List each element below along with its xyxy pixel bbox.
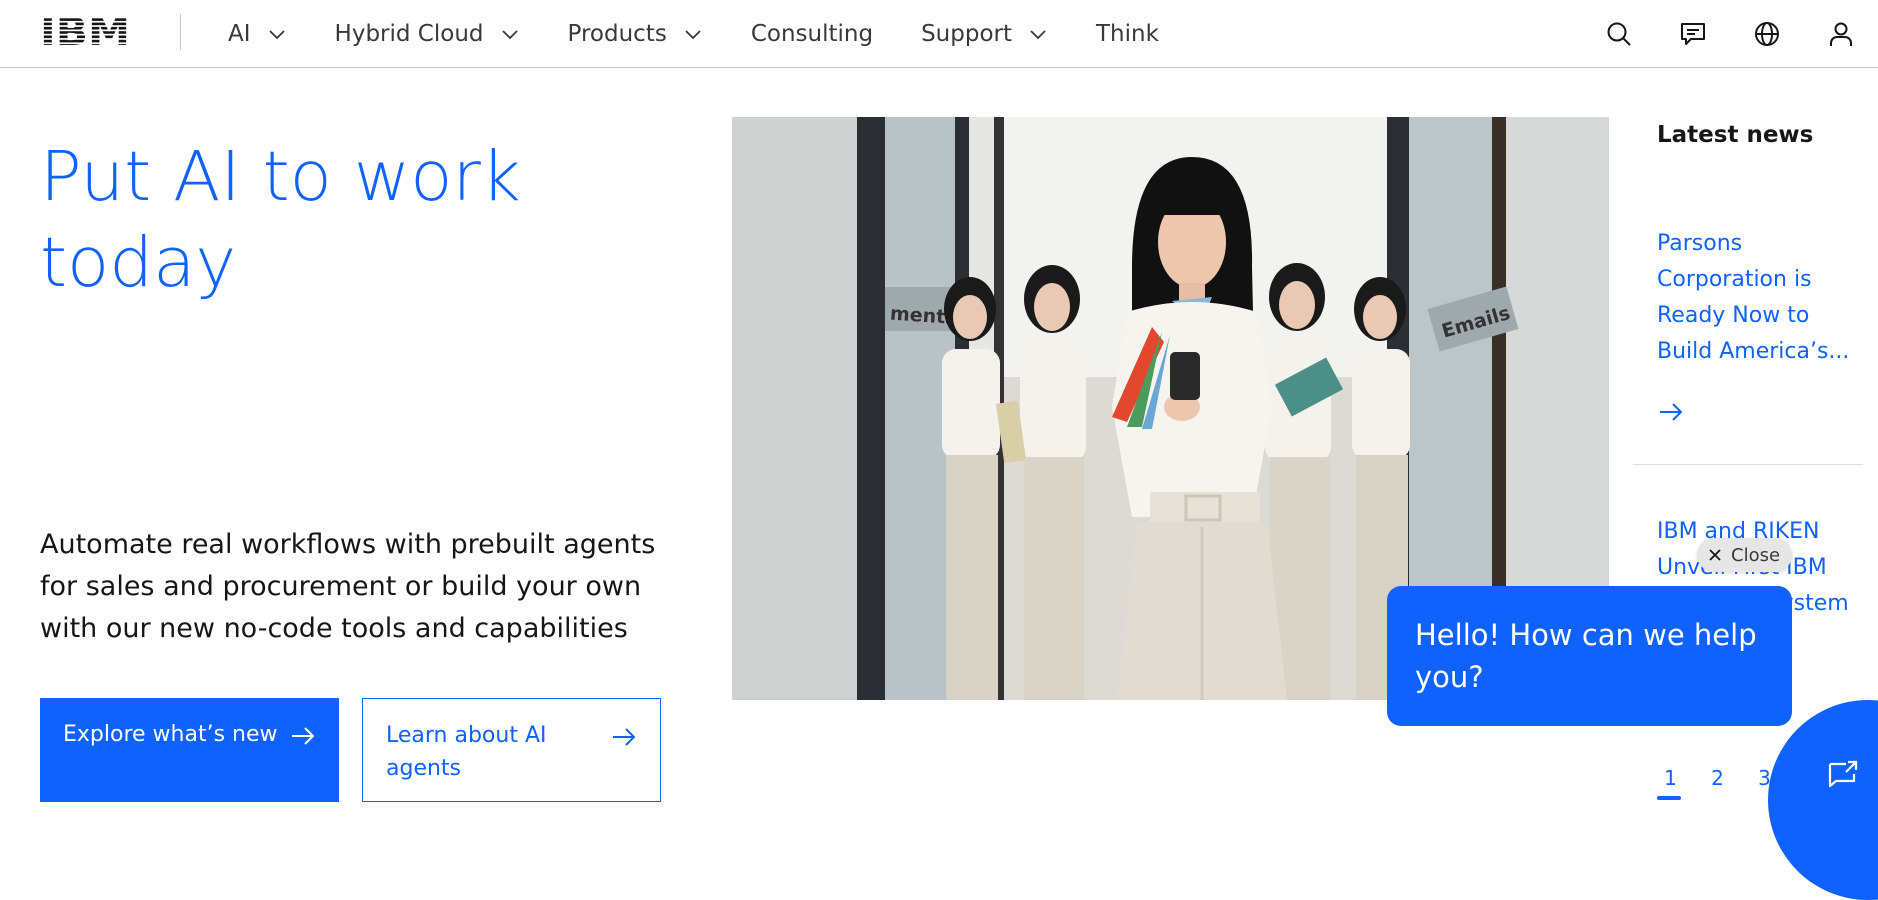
close-icon	[1709, 549, 1721, 561]
chat-greeting-bubble[interactable]: Hello! How can we help you?	[1387, 586, 1792, 726]
page-2-button[interactable]: 2	[1694, 766, 1741, 798]
close-chat-button[interactable]: Close	[1697, 538, 1793, 572]
masthead: IBM AI Hybrid Cloud Products Consulting …	[0, 0, 1878, 68]
search-icon	[1607, 22, 1631, 46]
nav-item-label: Consulting	[750, 21, 874, 47]
button-label: Explore what’s new	[63, 722, 278, 747]
ibm-logo[interactable]: IBM	[40, 14, 130, 48]
chat-launch-icon	[1828, 760, 1858, 788]
nav-item-label: AI	[228, 21, 251, 47]
latest-news-heading: Latest news	[1657, 122, 1814, 148]
nav-item-think[interactable]: Think	[1096, 21, 1159, 47]
button-label: Learn about AI agents	[386, 723, 547, 781]
page-1-button[interactable]: 1	[1647, 766, 1694, 800]
learn-about-ai-agents-button[interactable]: Learn about AI agents	[362, 698, 661, 802]
explore-whats-new-button[interactable]: Explore what’s new	[40, 698, 339, 802]
chevron-down-icon	[501, 30, 518, 40]
nav-item-consulting[interactable]: Consulting	[751, 21, 873, 47]
logo-divider	[180, 14, 181, 50]
chevron-down-icon	[685, 30, 701, 40]
arrow-right-icon[interactable]	[1657, 398, 1685, 426]
nav-item-ai[interactable]: AI	[228, 21, 287, 47]
nav-item-support[interactable]: Support	[921, 21, 1048, 47]
arrow-right-icon	[292, 727, 315, 745]
nav-item-label: Think	[1095, 21, 1159, 47]
main-nav: AI Hybrid Cloud Products Consulting Supp…	[228, 0, 1207, 68]
nav-item-label: Hybrid Cloud	[334, 21, 484, 47]
news-divider	[1633, 464, 1863, 465]
nav-item-products[interactable]: Products	[568, 21, 703, 47]
nav-item-label: Products	[567, 21, 667, 47]
close-label: Close	[1731, 544, 1781, 566]
hero-title: Put AI to work today	[40, 137, 521, 303]
chevron-down-icon	[268, 30, 285, 40]
hero-description: Automate real workflows with prebuilt ag…	[40, 529, 656, 644]
arrow-right-icon	[613, 728, 636, 746]
news-item-link[interactable]: Parsons Corporation is Ready Now to Buil…	[1657, 226, 1857, 370]
news-pagination: 1 2 3	[1647, 766, 1788, 800]
chevron-down-icon	[1030, 30, 1046, 40]
nav-item-hybrid-cloud[interactable]: Hybrid Cloud	[335, 21, 520, 47]
nav-item-label: Support	[921, 21, 1012, 47]
